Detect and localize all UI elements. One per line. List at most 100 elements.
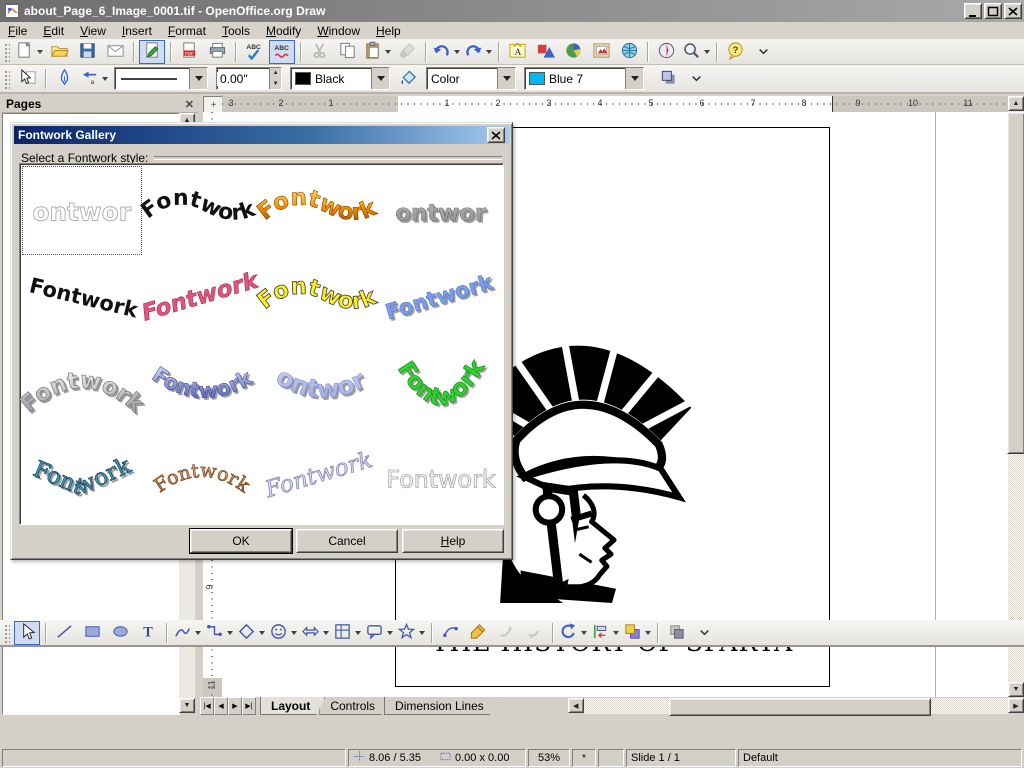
menu-tools[interactable]: Tools [214, 23, 258, 39]
select-button[interactable] [14, 621, 40, 645]
menu-window[interactable]: Window [309, 23, 368, 39]
dropdown-arrow-icon[interactable] [581, 631, 587, 635]
line-color-dropdown[interactable] [371, 68, 389, 89]
rectangle-button[interactable] [79, 621, 105, 645]
paste-button[interactable] [362, 40, 392, 64]
fill-button[interactable] [395, 67, 421, 91]
scroll-down-icon[interactable]: ▼ [179, 698, 195, 713]
line-width-spinner[interactable]: ▲▼ [269, 68, 281, 89]
toolbar-options-button[interactable] [683, 67, 709, 91]
shapes-button[interactable] [532, 40, 558, 64]
zoom-level[interactable]: 53% [528, 749, 570, 767]
spellcheck-button[interactable]: ABC [241, 40, 267, 64]
fontwork-style-fan-red[interactable]: Fontwork [142, 255, 262, 344]
fontwork-style-u-green[interactable]: Fontwork [381, 344, 501, 433]
close-button[interactable] [1004, 3, 1022, 19]
open-button[interactable] [46, 40, 72, 64]
menu-insert[interactable]: Insert [114, 23, 160, 39]
edit-points-button[interactable] [14, 67, 40, 91]
block-arrows-button[interactable] [300, 621, 330, 645]
from-file-button[interactable] [588, 40, 614, 64]
undo-button[interactable] [431, 40, 461, 64]
fontwork-style-wave-black[interactable]: Fontwork [142, 166, 262, 255]
dropdown-arrow-icon[interactable] [385, 50, 391, 54]
ellipse-button[interactable] [107, 621, 133, 645]
line-width-input[interactable] [217, 72, 269, 86]
menu-file[interactable]: File [0, 23, 35, 39]
help-button[interactable]: Help [402, 529, 504, 553]
line-button[interactable] [51, 67, 77, 91]
arrange-button[interactable] [622, 621, 652, 645]
line-color-select[interactable]: Black [290, 67, 390, 90]
fontwork-style-chevron-teal[interactable]: Fontwork [22, 433, 142, 522]
line-width-field[interactable]: ▲▼ [216, 67, 282, 90]
dropdown-arrow-icon[interactable] [704, 50, 710, 54]
interaction-button[interactable] [521, 621, 547, 645]
previous-page-icon[interactable]: ◀ [214, 697, 228, 715]
dialog-title-bar[interactable]: Fontwork Gallery [14, 126, 509, 144]
chart-button[interactable] [560, 40, 586, 64]
toolbar-grip[interactable] [3, 42, 10, 62]
dropdown-arrow-icon[interactable] [419, 631, 425, 635]
dropdown-arrow-icon[interactable] [355, 631, 361, 635]
line-style-select[interactable] [114, 67, 208, 90]
dropdown-arrow-icon[interactable] [645, 631, 651, 635]
canvas-horizontal-scrollbar[interactable]: ◀ ▶ [568, 698, 1024, 714]
save-button[interactable] [74, 40, 100, 64]
help-button[interactable]: ? [722, 40, 748, 64]
menu-view[interactable]: View [72, 23, 114, 39]
scroll-thumb[interactable] [669, 698, 931, 716]
fill-style-dropdown[interactable] [497, 68, 515, 89]
dropdown-arrow-icon[interactable] [227, 631, 233, 635]
callouts-button[interactable] [364, 621, 394, 645]
dropdown-arrow-icon[interactable] [37, 50, 43, 54]
pages-panel-close-icon[interactable]: ✕ [185, 98, 194, 111]
points-button[interactable] [437, 621, 463, 645]
next-page-icon[interactable]: ▶ [228, 697, 242, 715]
insert-button[interactable] [663, 621, 689, 645]
curve-button[interactable] [172, 621, 202, 645]
arrow-style-button[interactable]: a [79, 67, 109, 91]
fontwork-style-arch-silver[interactable]: Fontwork [22, 344, 142, 433]
stars-button[interactable] [396, 621, 426, 645]
fill-color-select[interactable]: Blue 7 [524, 67, 644, 90]
toolbar-options-button[interactable] [691, 621, 717, 645]
flowchart-button[interactable] [332, 621, 362, 645]
navigator-button[interactable] [653, 40, 679, 64]
shadow-button[interactable] [655, 67, 681, 91]
maximize-button[interactable] [984, 3, 1002, 19]
menu-modify[interactable]: Modify [258, 23, 309, 39]
toolbar-grip[interactable] [3, 69, 10, 89]
fontwork-style-fan-lavender[interactable]: Fontwork [262, 433, 382, 522]
glue-points-button[interactable] [465, 621, 491, 645]
first-page-icon[interactable]: |◀ [200, 697, 214, 715]
fill-style-select[interactable]: Color [426, 67, 516, 90]
dropdown-arrow-icon[interactable] [195, 631, 201, 635]
menu-help[interactable]: Help [368, 23, 409, 39]
hyperlink-button[interactable] [616, 40, 642, 64]
redo-button[interactable] [463, 40, 493, 64]
new-button[interactable] [14, 40, 44, 64]
cut-button[interactable] [306, 40, 332, 64]
line-button[interactable] [51, 621, 77, 645]
alignment-button[interactable] [590, 621, 620, 645]
dropdown-arrow-icon[interactable] [102, 77, 108, 81]
line-style-dropdown[interactable] [189, 68, 207, 89]
menu-format[interactable]: Format [160, 23, 214, 39]
animation-button[interactable] [493, 621, 519, 645]
canvas-vertical-scrollbar[interactable]: ▲ ▼ [1008, 96, 1024, 697]
fontwork-style-arch-blue[interactable]: Fontwork [142, 344, 262, 433]
toolbar-grip[interactable] [3, 623, 10, 643]
dropdown-arrow-icon[interactable] [613, 631, 619, 635]
cancel-button[interactable]: Cancel [296, 529, 398, 553]
export-as-pdf-button[interactable]: PDF [176, 40, 202, 64]
fontwork-style-block-silver[interactable]: Fontwork [381, 166, 501, 255]
clone-formatting-button[interactable] [394, 40, 420, 64]
minimize-button[interactable] [964, 3, 982, 19]
fontwork-style-arch-periwinkle[interactable]: Fontwork [262, 344, 382, 433]
rotate-button[interactable] [558, 621, 588, 645]
connector-button[interactable] [204, 621, 234, 645]
text-box-button[interactable]: A [504, 40, 530, 64]
scroll-up-icon[interactable]: ▲ [1008, 96, 1024, 111]
text-button[interactable]: T [135, 621, 161, 645]
